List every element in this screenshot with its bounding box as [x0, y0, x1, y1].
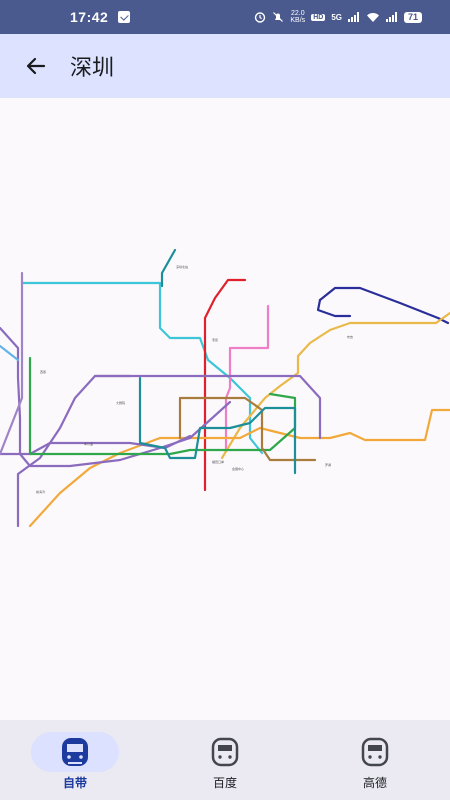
- mute-icon: [273, 12, 284, 22]
- arrow-left-icon: [26, 57, 46, 75]
- map-label-10: 罗湖: [325, 462, 331, 467]
- page-title: 深圳: [70, 56, 115, 81]
- map-label-4: 车公庙: [84, 441, 93, 446]
- map-label-9: 老街: [212, 337, 218, 342]
- metro-line-teal: [160, 248, 177, 288]
- alarm-icon: [255, 12, 266, 23]
- metro-line-navy: [318, 286, 450, 325]
- back-button[interactable]: [22, 52, 50, 80]
- nav-item-builtin[interactable]: 自带: [15, 720, 135, 791]
- battery-indicator: 71: [403, 11, 422, 23]
- hd-badge: HD: [311, 13, 326, 21]
- nav-pill-gaode: [331, 732, 419, 772]
- metro-line-navy-2: [316, 298, 352, 318]
- map-label-6: 布吉: [347, 334, 353, 339]
- metro-icon: [62, 738, 88, 766]
- metro-map[interactable]: 深圳北站 福田口岸 前海湾 车公庙 会展中心 布吉 西丽 大剧院 老街 罗湖: [0, 98, 450, 720]
- map-label-2: 福田口岸: [212, 459, 224, 464]
- nav-label-gaode: 高德: [362, 776, 387, 790]
- nav-pill-baidu: [181, 732, 269, 772]
- network-speed: 22.0 KB/s: [290, 10, 306, 24]
- metro-map-graphic[interactable]: 深圳北站 福田口岸 前海湾 车公庙 会展中心 布吉 西丽 大剧院 老街 罗湖: [0, 98, 450, 720]
- metro-line-red: [203, 278, 247, 492]
- metro-icon: [211, 737, 239, 767]
- wifi-icon: [366, 12, 379, 22]
- nav-pill-builtin: [31, 732, 119, 772]
- nav-item-baidu[interactable]: 百度: [165, 720, 285, 791]
- map-label-8: 大剧院: [116, 400, 125, 405]
- status-time: 17:42: [70, 9, 109, 25]
- network-type: 5G: [331, 12, 342, 22]
- notification-icon: [118, 11, 131, 23]
- signal-icon-2: [385, 12, 397, 22]
- signal-icon: [347, 12, 359, 22]
- map-label-1: 深圳北站: [176, 264, 188, 269]
- metro-icon: [361, 737, 389, 767]
- app-bar: 深圳: [0, 34, 450, 98]
- status-bar: 17:42 22.0 KB/s HD 5G 71: [0, 0, 450, 34]
- map-label-7: 西丽: [40, 370, 46, 374]
- map-label-3: 前海湾: [36, 489, 45, 494]
- nav-item-gaode[interactable]: 高德: [315, 720, 435, 791]
- nav-label-baidu: 百度: [212, 776, 237, 790]
- bottom-navigation: 自带 百度 高德: [0, 720, 450, 800]
- map-label-5: 会展中心: [232, 466, 244, 471]
- nav-label-builtin: 自带: [62, 776, 87, 790]
- metro-line-skyblue: [0, 344, 20, 362]
